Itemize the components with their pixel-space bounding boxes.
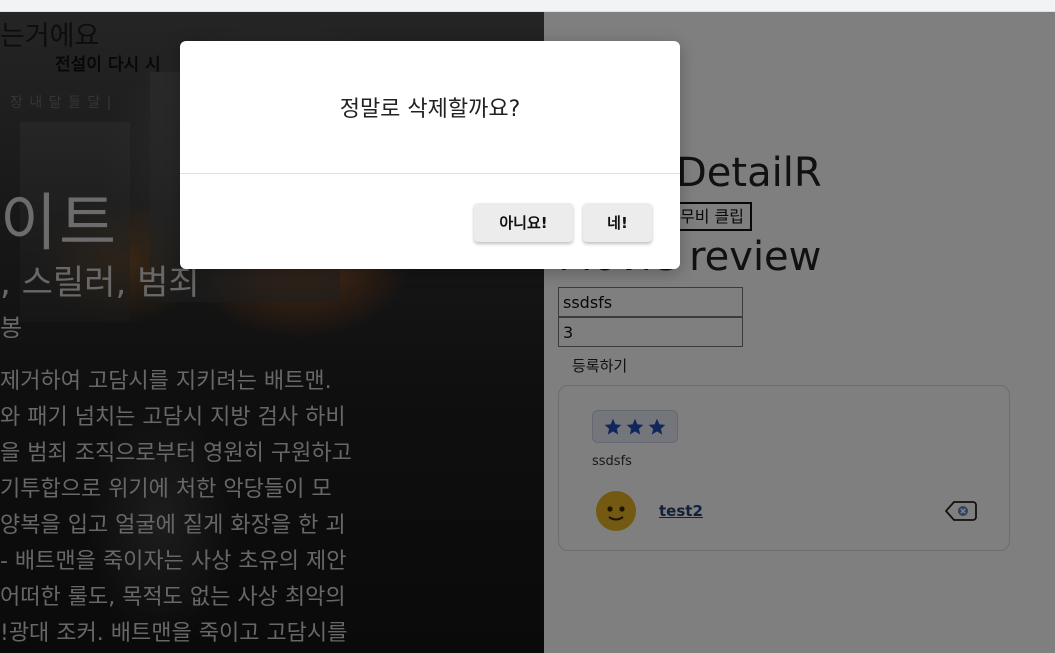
browser-top-strip xyxy=(0,0,1055,12)
confirm-button[interactable]: 네! xyxy=(583,203,652,242)
dialog-divider xyxy=(180,173,680,174)
delete-confirm-dialog: 정말로 삭제할까요? 아니요! 네! xyxy=(180,41,680,269)
cancel-button[interactable]: 아니요! xyxy=(474,203,573,242)
dialog-message: 정말로 삭제할까요? xyxy=(339,97,521,122)
